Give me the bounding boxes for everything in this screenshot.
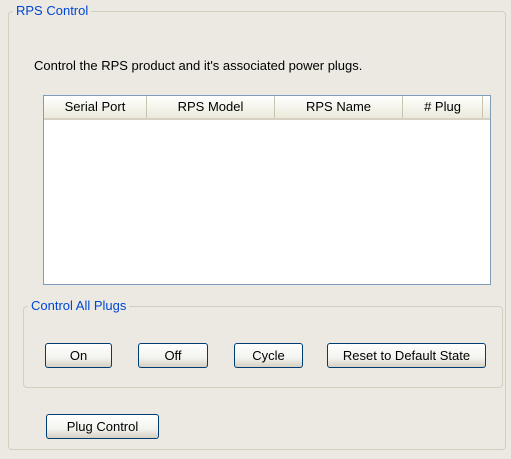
plug-control-button[interactable]: Plug Control (46, 414, 159, 439)
column-header-serial-port[interactable]: Serial Port (44, 96, 147, 118)
rps-control-panel: RPS Control Control the RPS product and … (0, 0, 511, 459)
list-header: Serial Port RPS Model RPS Name # Plug (44, 96, 490, 120)
rps-control-group-title: RPS Control (16, 3, 89, 18)
control-all-plugs-title: Control All Plugs (31, 298, 127, 313)
column-header-plug-count[interactable]: # Plug (403, 96, 483, 118)
reset-default-state-button[interactable]: Reset to Default State (327, 343, 486, 368)
rps-description: Control the RPS product and it's associa… (34, 58, 363, 73)
column-header-rps-name[interactable]: RPS Name (275, 96, 403, 118)
rps-list-view[interactable]: Serial Port RPS Model RPS Name # Plug (43, 95, 491, 285)
column-header-rps-model[interactable]: RPS Model (147, 96, 275, 118)
cycle-button[interactable]: Cycle (234, 343, 303, 368)
off-button[interactable]: Off (138, 343, 208, 368)
on-button[interactable]: On (45, 343, 112, 368)
